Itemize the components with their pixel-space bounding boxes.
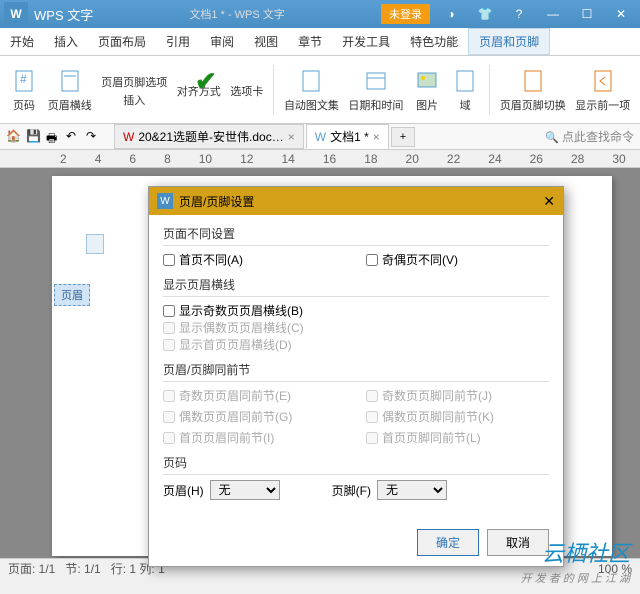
doc-tab-1[interactable]: W20&21选题单-安世伟.doc…× [114,124,304,149]
tshirt-icon[interactable]: 👕 [472,4,498,24]
menu-references[interactable]: 引用 [156,29,200,54]
dialog-icon: W [157,193,173,209]
close-icon[interactable]: × [373,130,380,144]
footer-pagenum-label: 页脚(F) [332,482,371,499]
watermark: 云栖社区 [542,536,630,568]
home-icon[interactable]: 🏠 [6,129,22,145]
ribbon-datetime[interactable]: 日期和时间 [345,65,407,115]
section-same-prev: 页眉/页脚同前节 [163,361,549,382]
dialog-close-button[interactable]: ✕ [543,193,555,210]
menu-view[interactable]: 视图 [244,29,288,54]
header-pagenum-select[interactable]: 无 [210,480,280,500]
menu-start[interactable]: 开始 [0,29,44,54]
menubar: 开始 插入 页面布局 引用 审阅 视图 章节 开发工具 特色功能 页眉和页脚 [0,28,640,56]
chk-first-headerline: 显示首页页眉横线(D) [163,336,549,353]
ribbon: #页码 页眉横线 页眉页脚选项插入 对齐方式 选项卡 自动图文集 日期和时间 图… [0,56,640,124]
app-logo: W [4,2,28,26]
ribbon-hfswitch[interactable]: 页眉页脚切换 [496,65,569,115]
section-page-diff: 页面不同设置 [163,225,549,246]
login-badge[interactable]: 未登录 [381,4,430,24]
dialog-titlebar[interactable]: W 页眉/页脚设置 ✕ [149,187,563,215]
ribbon-pagenum[interactable]: #页码 [6,65,42,115]
autotext-icon [297,67,325,95]
ok-button[interactable]: 确定 [417,529,479,556]
menu-section[interactable]: 章节 [288,29,332,54]
ribbon-tab[interactable]: 选项卡 [227,79,268,101]
headerline-icon [56,67,84,95]
app-name: WPS 文字 [34,5,93,24]
switch-icon [519,67,547,95]
section-headerline: 显示页眉横线 [163,276,549,297]
menu-devtools[interactable]: 开发工具 [332,29,400,54]
calendar-icon [362,67,390,95]
status-page: 页面: 1/1 [8,560,55,577]
menu-review[interactable]: 审阅 [200,29,244,54]
header-pagenum-label: 页眉(H) [163,482,204,499]
prev-icon [589,67,617,95]
chk-even-header-prev: 偶数页页眉同前节(G) [163,408,346,425]
chk-oddeven-diff[interactable]: 奇偶页不同(V) [366,251,549,268]
close-button[interactable]: ✕ [608,4,634,24]
chk-odd-footer-prev: 奇数页页脚同前节(J) [366,387,549,404]
search-hint[interactable]: 🔍 点此查找命令 [545,128,634,145]
quick-toolbar: 🏠 💾 🖶 ↶ ↷ W20&21选题单-安世伟.doc…× W文档1 *× + … [0,124,640,150]
checkmark-icon: ✔ [195,66,217,97]
window-title: 文档1 * - WPS 文字 [93,6,381,22]
maximize-button[interactable]: ☐ [574,4,600,24]
field-icon [451,67,479,95]
chk-even-footer-prev: 偶数页页脚同前节(K) [366,408,549,425]
section-pagenum: 页码 [163,454,549,475]
footer-pagenum-select[interactable]: 无 [377,480,447,500]
ribbon-picture[interactable]: 图片 [409,65,445,115]
help-icon[interactable]: ? [506,4,532,24]
svg-text:#: # [20,72,27,86]
status-section: 节: 1/1 [65,560,100,577]
header-marker: 页眉 [54,284,90,306]
minimize-button[interactable]: — [540,4,566,24]
ribbon-headerline[interactable]: 页眉横线 [44,65,96,115]
save-icon[interactable]: 💾 [26,129,42,145]
chk-first-header-prev: 首页页眉同前节(I) [163,429,346,446]
print-icon[interactable]: 🖶 [46,129,62,145]
chk-first-footer-prev: 首页页脚同前节(L) [366,429,549,446]
chk-even-headerline: 显示偶数页页眉横线(C) [163,319,549,336]
picture-icon [413,67,441,95]
cancel-button[interactable]: 取消 [487,529,549,556]
new-tab-button[interactable]: + [391,127,415,147]
chk-odd-headerline[interactable]: 显示奇数页页眉横线(B) [163,302,549,319]
close-icon[interactable]: × [288,130,295,144]
titlebar: W WPS 文字 文档1 * - WPS 文字 未登录 ◑ 👕 ? — ☐ ✕ [0,0,640,28]
ribbon-hfoptions[interactable]: 页眉页脚选项插入 [98,70,171,110]
menu-pagelayout[interactable]: 页面布局 [88,29,156,54]
menu-insert[interactable]: 插入 [44,29,88,54]
skin-icon[interactable]: ◑ [438,4,464,24]
ribbon-prev[interactable]: 显示前一项 [572,65,634,115]
watermark-sub: 开 发 者 的 网 上 江 湖 [521,570,630,586]
ribbon-autotext[interactable]: 自动图文集 [280,65,342,115]
redo-icon[interactable]: ↷ [86,129,102,145]
doc-tab-2[interactable]: W文档1 *× [306,124,389,149]
pagenum-icon: # [10,67,38,95]
dialog-title: 页眉/页脚设置 [179,193,543,210]
undo-icon[interactable]: ↶ [66,129,82,145]
chk-odd-header-prev: 奇数页页眉同前节(E) [163,387,346,404]
menu-headerfooter[interactable]: 页眉和页脚 [468,28,550,55]
menu-special[interactable]: 特色功能 [400,29,468,54]
header-footer-dialog: W 页眉/页脚设置 ✕ 页面不同设置 首页不同(A) 奇偶页不同(V) 显示页眉… [148,186,564,567]
chk-firstpage-diff[interactable]: 首页不同(A) [163,251,346,268]
ruler: 24681012141618202224262830323436 [0,150,640,168]
doc-icon [86,234,104,254]
ribbon-field[interactable]: 域 [447,65,483,115]
